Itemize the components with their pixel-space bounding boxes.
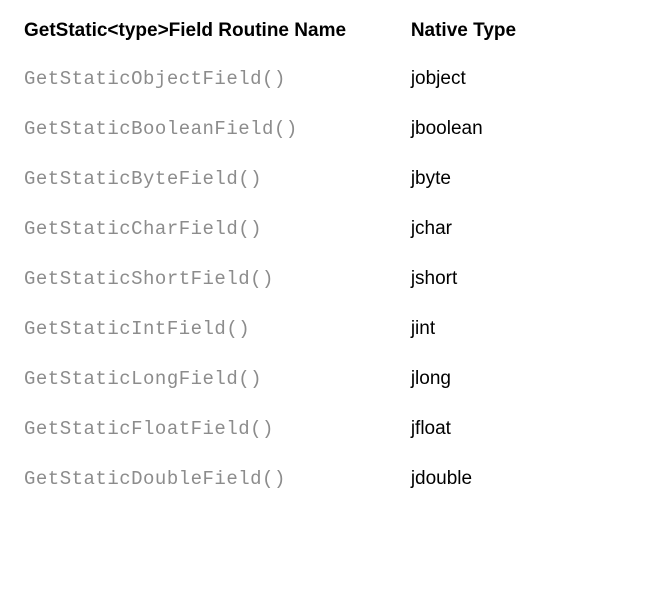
routine-name: GetStaticIntField() (24, 304, 411, 354)
routine-name: GetStaticByteField() (24, 154, 411, 204)
table-row: GetStaticDoubleField() jdouble (24, 454, 638, 504)
table-row: GetStaticCharField() jchar (24, 204, 638, 254)
routine-name: GetStaticLongField() (24, 354, 411, 404)
routine-name: GetStaticCharField() (24, 204, 411, 254)
table-row: GetStaticFloatField() jfloat (24, 404, 638, 454)
native-type: jlong (411, 354, 638, 404)
table-row: GetStaticByteField() jbyte (24, 154, 638, 204)
native-type: jdouble (411, 454, 638, 504)
header-routine: GetStatic<type>Field Routine Name (24, 20, 411, 54)
native-type: jfloat (411, 404, 638, 454)
native-type: jint (411, 304, 638, 354)
native-type: jobject (411, 54, 638, 104)
native-type: jbyte (411, 154, 638, 204)
header-native-type: Native Type (411, 20, 638, 54)
routine-table: GetStatic<type>Field Routine Name Native… (24, 20, 638, 504)
native-type: jboolean (411, 104, 638, 154)
table-row: GetStaticLongField() jlong (24, 354, 638, 404)
table-row: GetStaticBooleanField() jboolean (24, 104, 638, 154)
table-row: GetStaticObjectField() jobject (24, 54, 638, 104)
routine-name: GetStaticShortField() (24, 254, 411, 304)
routine-name: GetStaticObjectField() (24, 54, 411, 104)
table-row: GetStaticIntField() jint (24, 304, 638, 354)
native-type: jshort (411, 254, 638, 304)
routine-name: GetStaticFloatField() (24, 404, 411, 454)
routine-name: GetStaticBooleanField() (24, 104, 411, 154)
native-type: jchar (411, 204, 638, 254)
routine-name: GetStaticDoubleField() (24, 454, 411, 504)
table-header-row: GetStatic<type>Field Routine Name Native… (24, 20, 638, 54)
table-row: GetStaticShortField() jshort (24, 254, 638, 304)
